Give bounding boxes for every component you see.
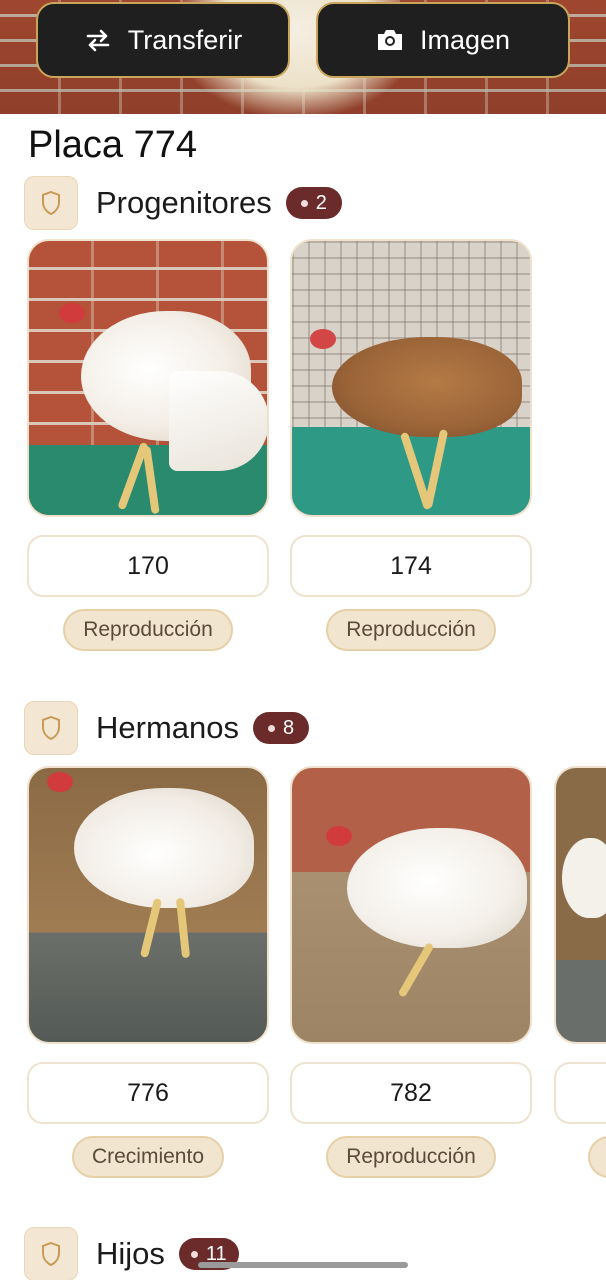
- image-button[interactable]: Imagen: [316, 2, 570, 78]
- section-title: Hermanos: [96, 710, 239, 745]
- transfer-label: Transferir: [127, 24, 243, 55]
- image-label: Imagen: [419, 24, 511, 55]
- shield-icon: [24, 1227, 78, 1280]
- status-badge: Crecimiento: [71, 1136, 225, 1178]
- section-header-progenitores: Progenitores 2: [24, 176, 342, 230]
- count-badge: 2: [285, 187, 342, 219]
- home-indicator[interactable]: [198, 1262, 408, 1268]
- status-badge: Reproducción: [63, 609, 233, 651]
- status-badge: Reproducción: [326, 1136, 496, 1178]
- status-badge: Reproducción: [326, 609, 496, 651]
- rooster-photo[interactable]: [27, 239, 269, 517]
- sibling-card-partial[interactable]: [554, 766, 606, 1178]
- shield-icon: [24, 701, 78, 755]
- plate-number: 782: [290, 1062, 532, 1124]
- shield-icon: [24, 176, 78, 230]
- parent-card[interactable]: 170 Reproducción: [27, 239, 269, 651]
- section-title: Progenitores: [96, 185, 272, 220]
- section-header-hermanos: Hermanos 8: [24, 701, 309, 755]
- section-header-hijos: Hijos 11: [24, 1227, 239, 1280]
- rooster-photo[interactable]: [290, 766, 532, 1044]
- parent-card[interactable]: 174 Reproducción: [290, 239, 532, 651]
- sibling-card[interactable]: 776 Crecimiento: [27, 766, 269, 1178]
- rooster-photo[interactable]: [27, 766, 269, 1044]
- count-badge: 8: [253, 712, 309, 744]
- hen-photo[interactable]: [290, 239, 532, 517]
- plate-number: 174: [290, 535, 532, 597]
- sibling-card[interactable]: 782 Reproducción: [290, 766, 532, 1178]
- transfer-button[interactable]: Transferir: [36, 2, 290, 78]
- section-title: Hijos: [96, 1236, 165, 1271]
- plate-number: 170: [27, 535, 269, 597]
- camera-icon: [376, 26, 404, 54]
- plate-number: 776: [27, 1062, 269, 1124]
- page-title: Placa 774: [28, 124, 198, 166]
- rooster-photo[interactable]: [554, 766, 606, 1044]
- screen: Transferir Imagen Placa 774 Progenitores…: [0, 0, 606, 1280]
- swap-arrows-icon: [84, 26, 112, 54]
